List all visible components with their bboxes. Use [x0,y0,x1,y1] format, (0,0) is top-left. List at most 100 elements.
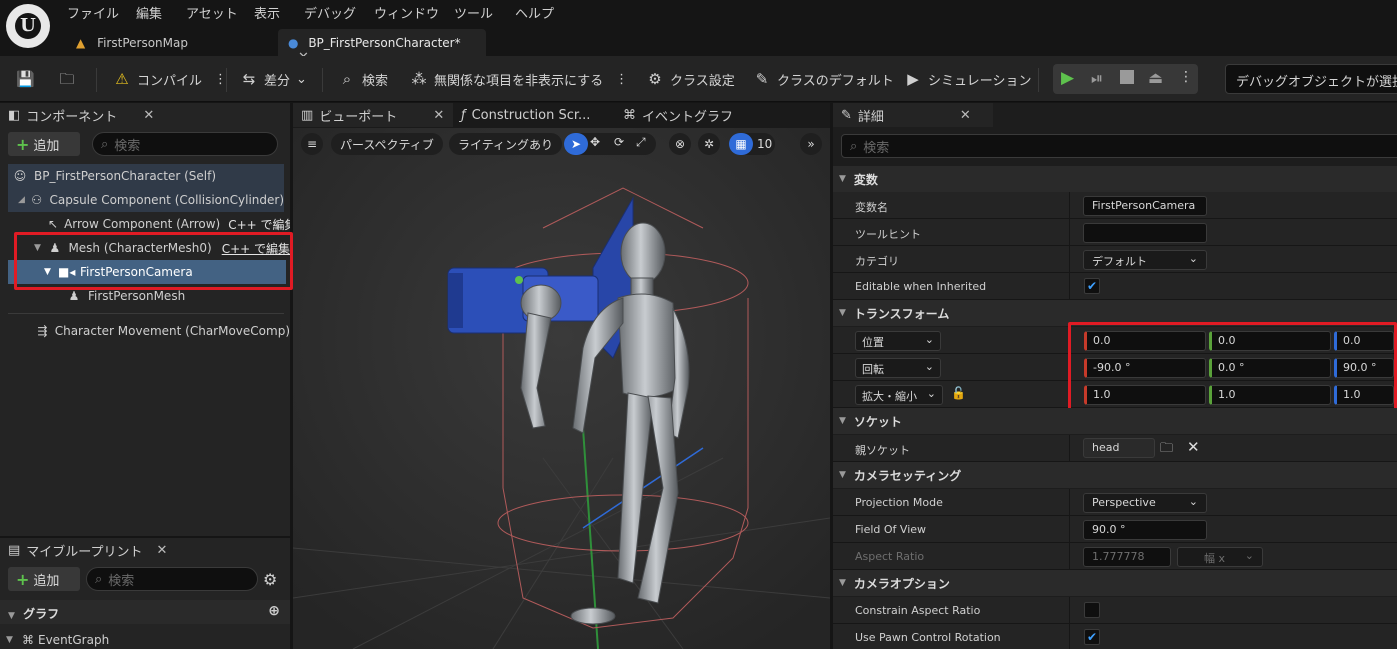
tree-item-eventgraph[interactable]: ▼ ⌘ EventGraph [6,628,282,649]
expand-arrow-icon[interactable]: ◢ [18,195,30,205]
section-camera-options[interactable]: ▼ カメラオプション [833,570,1397,596]
close-icon[interactable]: ✕ [143,108,154,123]
chevron-down-icon: ⌄ [1188,252,1198,265]
close-icon[interactable]: ✕ [433,108,444,123]
tree-item-character-movement[interactable]: ⇶ Character Movement (CharMoveComp) [8,319,290,343]
category-combo[interactable]: デフォルト ⌄ [1083,250,1207,270]
menu-window[interactable]: ウィンドウ [374,3,439,22]
rotate-icon[interactable]: ⟳ [614,135,624,149]
move-icon[interactable]: ✥ [590,135,600,149]
debug-object-select[interactable]: デバッグオブジェクトが選択さ [1225,64,1397,94]
add-component-button[interactable]: + 追加 [8,132,80,156]
world-local-icon[interactable]: ⊗ [669,133,691,155]
details-search-input[interactable]: ⌕ 検索 [841,134,1397,158]
add-blueprint-item-button[interactable]: + 追加 [8,567,80,591]
close-icon[interactable]: ✕ [157,543,168,558]
save-icon[interactable]: 💾 [16,68,35,90]
fov-field[interactable]: 90.0 ° [1083,520,1207,540]
grid-snap-control[interactable]: ▦ 10 [729,133,775,155]
gear-icon[interactable]: ⚙ [263,570,277,589]
search-button[interactable]: ⌕ 検索 [338,68,388,90]
constrain-aspect-checkbox[interactable] [1084,602,1100,618]
browse-socket-icon[interactable]: 🗀 [1160,439,1173,461]
hamburger-menu-icon[interactable]: ≡ [301,133,323,155]
step-icon[interactable]: ⏯ [1091,69,1103,87]
pawn-control-rotation-checkbox[interactable]: ✔ [1084,629,1100,645]
tab-construction-script[interactable]: ƒ Construction Scr... [461,103,611,127]
section-variable[interactable]: ▼ 変数 [833,166,1397,192]
location-mode-combo[interactable]: 位置 ⌄ [855,331,941,351]
close-icon[interactable]: ✕ [960,108,971,123]
hide-unrelated-button[interactable]: ⁂ 無関係な項目を非表示にする ⋮ [410,68,629,90]
expand-toolbar-icon[interactable]: » [800,133,822,155]
expand-arrow-icon[interactable]: ▼ [6,635,20,645]
diff-button[interactable]: ⇆ 差分 ⌄ [240,68,307,90]
menu-asset[interactable]: アセット [186,3,238,22]
section-camera-settings[interactable]: ▼ カメラセッティング [833,462,1397,488]
tab-bp-firstpersoncharacter[interactable]: ● BP_FirstPersonCharacter* ✕ [278,29,486,65]
simulation-icon: ▶ [907,70,919,88]
tab-label: マイブループリント [26,544,143,560]
diff-label: 差分 [264,73,291,89]
chevron-down-icon: ⌄ [924,333,934,346]
menu-file[interactable]: ファイル [67,3,119,22]
eject-icon[interactable]: ⏏ [1148,68,1163,87]
prop-label: 親ソケット [855,444,910,457]
perspective-button[interactable]: パースペクティブ [331,133,443,155]
tree-label: Arrow Component (Arrow) [64,217,221,231]
projection-mode-combo[interactable]: Perspective ⌄ [1083,493,1207,513]
class-settings-button[interactable]: ⚙ クラス設定 [646,68,734,90]
prop-label: カテゴリ [855,255,899,268]
divider [8,313,284,314]
section-socket[interactable]: ▼ ソケット [833,408,1397,434]
components-search-input[interactable]: ⌕ 検索 [92,132,278,156]
menu-help[interactable]: ヘルプ [515,3,554,22]
tab-viewport[interactable]: ▥ ビューポート ✕ [293,103,453,127]
graph-section-header[interactable]: ▼ グラフ ⊕ [0,600,290,624]
search-icon: ⌕ [342,70,352,88]
stop-icon[interactable] [1120,70,1134,84]
menu-debug[interactable]: デバッグ [304,3,356,22]
parent-socket-field[interactable]: head [1083,438,1155,458]
tab-my-blueprint[interactable]: ▤ マイブループリント ✕ [8,538,168,562]
rotation-mode-combo[interactable]: 回転 ⌄ [855,358,941,378]
tab-components[interactable]: ◧ コンポーネント ✕ [8,103,158,127]
class-defaults-button[interactable]: ✎ クラスのデフォルト [753,68,894,90]
tab-details[interactable]: ✎ 詳細 ✕ [833,103,993,127]
lock-icon[interactable]: 🔓 [951,386,966,400]
my-blueprint-search-input[interactable]: ⌕ 検索 [86,567,258,591]
edit-in-cpp-link[interactable]: C++ で編集 [228,216,290,233]
play-controls: ▶ ⏯ ⏏ ⋮ [1053,64,1198,94]
simulation-button[interactable]: ▶ シミュレーション [904,68,1031,90]
compile-button[interactable]: ⚠ コンパイル ⋮ [113,68,227,90]
scale-icon[interactable]: ⤢ [636,135,646,150]
options-icon[interactable]: ⋮ [1179,69,1193,85]
tab-firstpersonmap[interactable]: ▲ FirstPersonMap [66,29,274,56]
clear-icon[interactable]: ✕ [1187,438,1200,456]
scale-mode-combo[interactable]: 拡大・縮小 ⌄ [855,385,943,405]
tab-event-graph[interactable]: ⌘ イベントグラフ [623,103,773,127]
menu-view[interactable]: 表示 [254,3,280,22]
tree-item-self[interactable]: ☺ BP_FirstPersonCharacter (Self) [8,164,284,188]
select-cursor-icon[interactable]: ➤ [564,133,588,155]
menu-edit[interactable]: 編集 [136,3,162,22]
blueprint-icon: ● [288,36,299,50]
tree-item-capsule[interactable]: ◢ ⚇ Capsule Component (CollisionCylinder… [8,188,284,212]
editable-inherited-checkbox[interactable]: ✔ [1084,278,1100,294]
gear-icon: ⚙ [648,70,662,88]
play-icon[interactable]: ▶ [1061,68,1074,88]
prop-pawn-control-rotation: Use Pawn Control Rotation ✔ [833,624,1397,649]
surface-snap-icon[interactable]: ✲ [698,133,720,155]
browse-icon[interactable]: 🗀 [58,68,76,90]
add-circle-icon[interactable]: ⊕ [268,603,280,619]
lighting-button[interactable]: ライティングあり [449,133,563,155]
variable-name-field[interactable]: FirstPersonCamera [1083,196,1207,216]
tooltip-field[interactable] [1083,223,1207,243]
viewport[interactable]: ≡ パースペクティブ ライティングあり ➤ ✥ ⟳ ⤢ ⊗ ✲ ▦ 10 » [293,128,830,649]
menu-tools[interactable]: ツール [454,3,493,22]
options-icon[interactable]: ⋮ [615,72,628,87]
chevron-down-icon: ⌄ [926,387,936,400]
graph-icon: ⌘ [22,633,34,647]
unreal-logo-icon[interactable]: U [6,4,50,48]
prop-label: Projection Mode [855,496,943,509]
